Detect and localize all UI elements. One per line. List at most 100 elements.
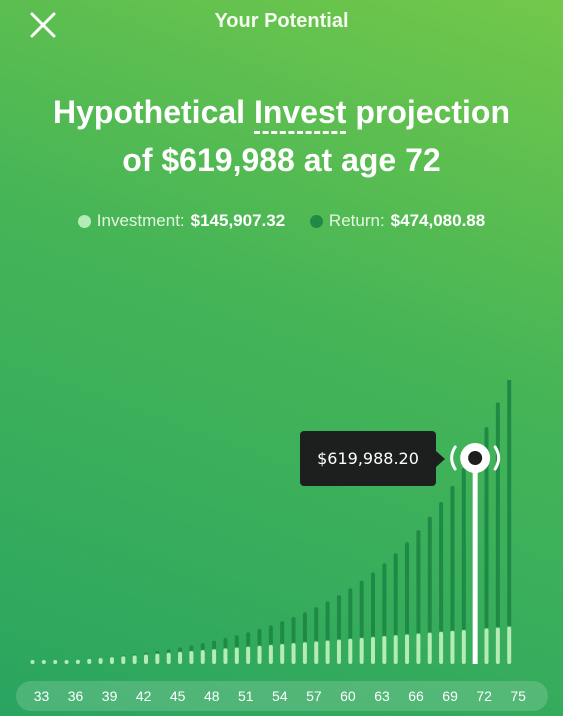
chart-bar-return[interactable] <box>405 542 410 635</box>
chart-bar-investment[interactable] <box>461 630 466 664</box>
chart-bar-investment[interactable] <box>382 636 387 664</box>
chart-bar-return[interactable] <box>132 654 137 656</box>
chart-bar-investment[interactable] <box>155 653 160 664</box>
chart-bar-investment[interactable] <box>30 660 35 664</box>
chart-bar-return[interactable] <box>223 638 228 649</box>
chart-bar-investment[interactable] <box>178 651 183 664</box>
headline-line-2: of $619,988 at age 72 <box>122 142 441 178</box>
chart-bar-return[interactable] <box>257 628 262 646</box>
age-tick-label: 33 <box>33 688 50 704</box>
investment-dot-icon <box>77 214 91 228</box>
chart-bar-investment[interactable] <box>64 660 69 664</box>
chart-bar-investment[interactable] <box>257 645 262 664</box>
chart-bar-investment[interactable] <box>405 634 410 664</box>
chart-bar-return[interactable] <box>280 621 285 645</box>
chart-bar-return[interactable] <box>121 655 126 657</box>
chart-bar-return[interactable] <box>507 380 512 627</box>
age-tick-label: 72 <box>476 688 492 704</box>
chart-bar-return[interactable] <box>302 612 307 643</box>
chart-bar-return[interactable] <box>393 553 398 636</box>
investment-label: Investment: <box>96 211 185 230</box>
chart-bar-return[interactable] <box>416 530 421 634</box>
chart-bar-investment[interactable] <box>144 654 148 664</box>
chart-bar-investment[interactable] <box>302 642 307 664</box>
chart-bar-return[interactable] <box>144 652 148 655</box>
headline-suffix: projection <box>346 94 510 130</box>
chart-bar-return[interactable] <box>359 580 364 638</box>
chart-bar-investment[interactable] <box>200 650 205 664</box>
age-tick-label: 48 <box>203 688 220 704</box>
chart-bar-selected[interactable] <box>472 454 478 664</box>
age-tick-label: 69 <box>442 688 458 704</box>
chart-bar-return[interactable] <box>427 516 432 633</box>
chart-bar-investment[interactable] <box>246 646 251 664</box>
chart-bar-investment[interactable] <box>427 632 432 664</box>
chart-bar-return[interactable] <box>450 485 455 631</box>
age-tick-label: 42 <box>135 688 152 704</box>
age-tick-label: 66 <box>408 688 424 704</box>
chart-bar-return[interactable] <box>268 625 273 645</box>
chart-bar-return[interactable] <box>155 651 160 654</box>
chart-bar-investment[interactable] <box>348 638 353 664</box>
chart-bar-investment[interactable] <box>41 660 46 664</box>
chart-bar-return[interactable] <box>439 502 444 632</box>
chart-bar-investment[interactable] <box>336 639 341 664</box>
chart-bar-return[interactable] <box>291 616 296 644</box>
chart-bar-return[interactable] <box>371 572 375 638</box>
chart-bar-investment[interactable] <box>189 650 194 664</box>
chart-bar-investment[interactable] <box>314 641 319 664</box>
investment-value: $145,907.32 <box>190 211 286 230</box>
chart-bar-return[interactable] <box>189 645 194 651</box>
chart-bar-return[interactable] <box>246 632 251 647</box>
projection-chart[interactable] <box>0 380 563 670</box>
selection-handle-icon[interactable] <box>450 443 501 473</box>
chart-bar-investment[interactable] <box>280 644 285 664</box>
chart-bar-investment[interactable] <box>359 637 364 664</box>
chart-bar-return[interactable] <box>166 649 171 653</box>
invest-link[interactable]: Invest <box>253 94 347 134</box>
chart-bar-return[interactable] <box>336 595 341 640</box>
chart-bar-return[interactable] <box>382 563 387 637</box>
chart-bar-investment[interactable] <box>268 644 273 664</box>
chart-bar-investment[interactable] <box>439 631 444 664</box>
age-tick-label: 45 <box>169 688 186 704</box>
chart-bar-investment[interactable] <box>98 657 103 664</box>
chart-bar-return[interactable] <box>212 640 217 650</box>
chart-bar-return[interactable] <box>234 635 239 648</box>
age-tick-label: 36 <box>67 688 84 704</box>
chart-bar-return[interactable] <box>200 643 205 651</box>
chart-legend: Investment: $145,907.32 Return: $474,080… <box>0 211 563 233</box>
chart-bar-investment[interactable] <box>416 633 421 664</box>
chart-bar-investment[interactable] <box>371 637 375 664</box>
value-tooltip: $619,988.20 <box>300 431 445 486</box>
headline-prefix: Hypothetical <box>53 94 254 130</box>
chart-bar-investment[interactable] <box>121 656 126 664</box>
chart-bar-return[interactable] <box>495 402 500 628</box>
age-tick-label: 39 <box>101 688 118 704</box>
age-tick-label: 75 <box>510 688 526 704</box>
chart-bar-investment[interactable] <box>166 652 171 664</box>
chart-bar-investment[interactable] <box>507 626 512 664</box>
chart-bar-return[interactable] <box>314 607 319 642</box>
chart-bar-investment[interactable] <box>53 660 58 664</box>
chart-bar-return[interactable] <box>461 468 466 631</box>
chart-bar-investment[interactable] <box>325 640 330 664</box>
chart-bar-investment[interactable] <box>234 647 239 664</box>
chart-bar-investment[interactable] <box>75 659 80 664</box>
chart-bar-return[interactable] <box>348 588 353 639</box>
age-tick-label: 63 <box>374 688 390 704</box>
chart-bar-investment[interactable] <box>291 643 296 664</box>
headline-line-1: Hypothetical Invest projection <box>0 88 563 136</box>
page-title: Your Potential <box>214 10 349 32</box>
chart-bar-investment[interactable] <box>393 635 398 664</box>
chart-bar-investment[interactable] <box>495 627 500 664</box>
chart-bar-investment[interactable] <box>484 628 489 664</box>
chart-bar-investment[interactable] <box>109 657 114 664</box>
chart-bar-return[interactable] <box>178 647 183 652</box>
chart-bar-investment[interactable] <box>212 649 217 664</box>
chart-bar-investment[interactable] <box>132 655 137 664</box>
chart-bar-return[interactable] <box>325 601 330 641</box>
chart-bar-investment[interactable] <box>87 658 92 664</box>
chart-bar-investment[interactable] <box>223 648 228 664</box>
chart-bar-investment[interactable] <box>450 630 455 664</box>
